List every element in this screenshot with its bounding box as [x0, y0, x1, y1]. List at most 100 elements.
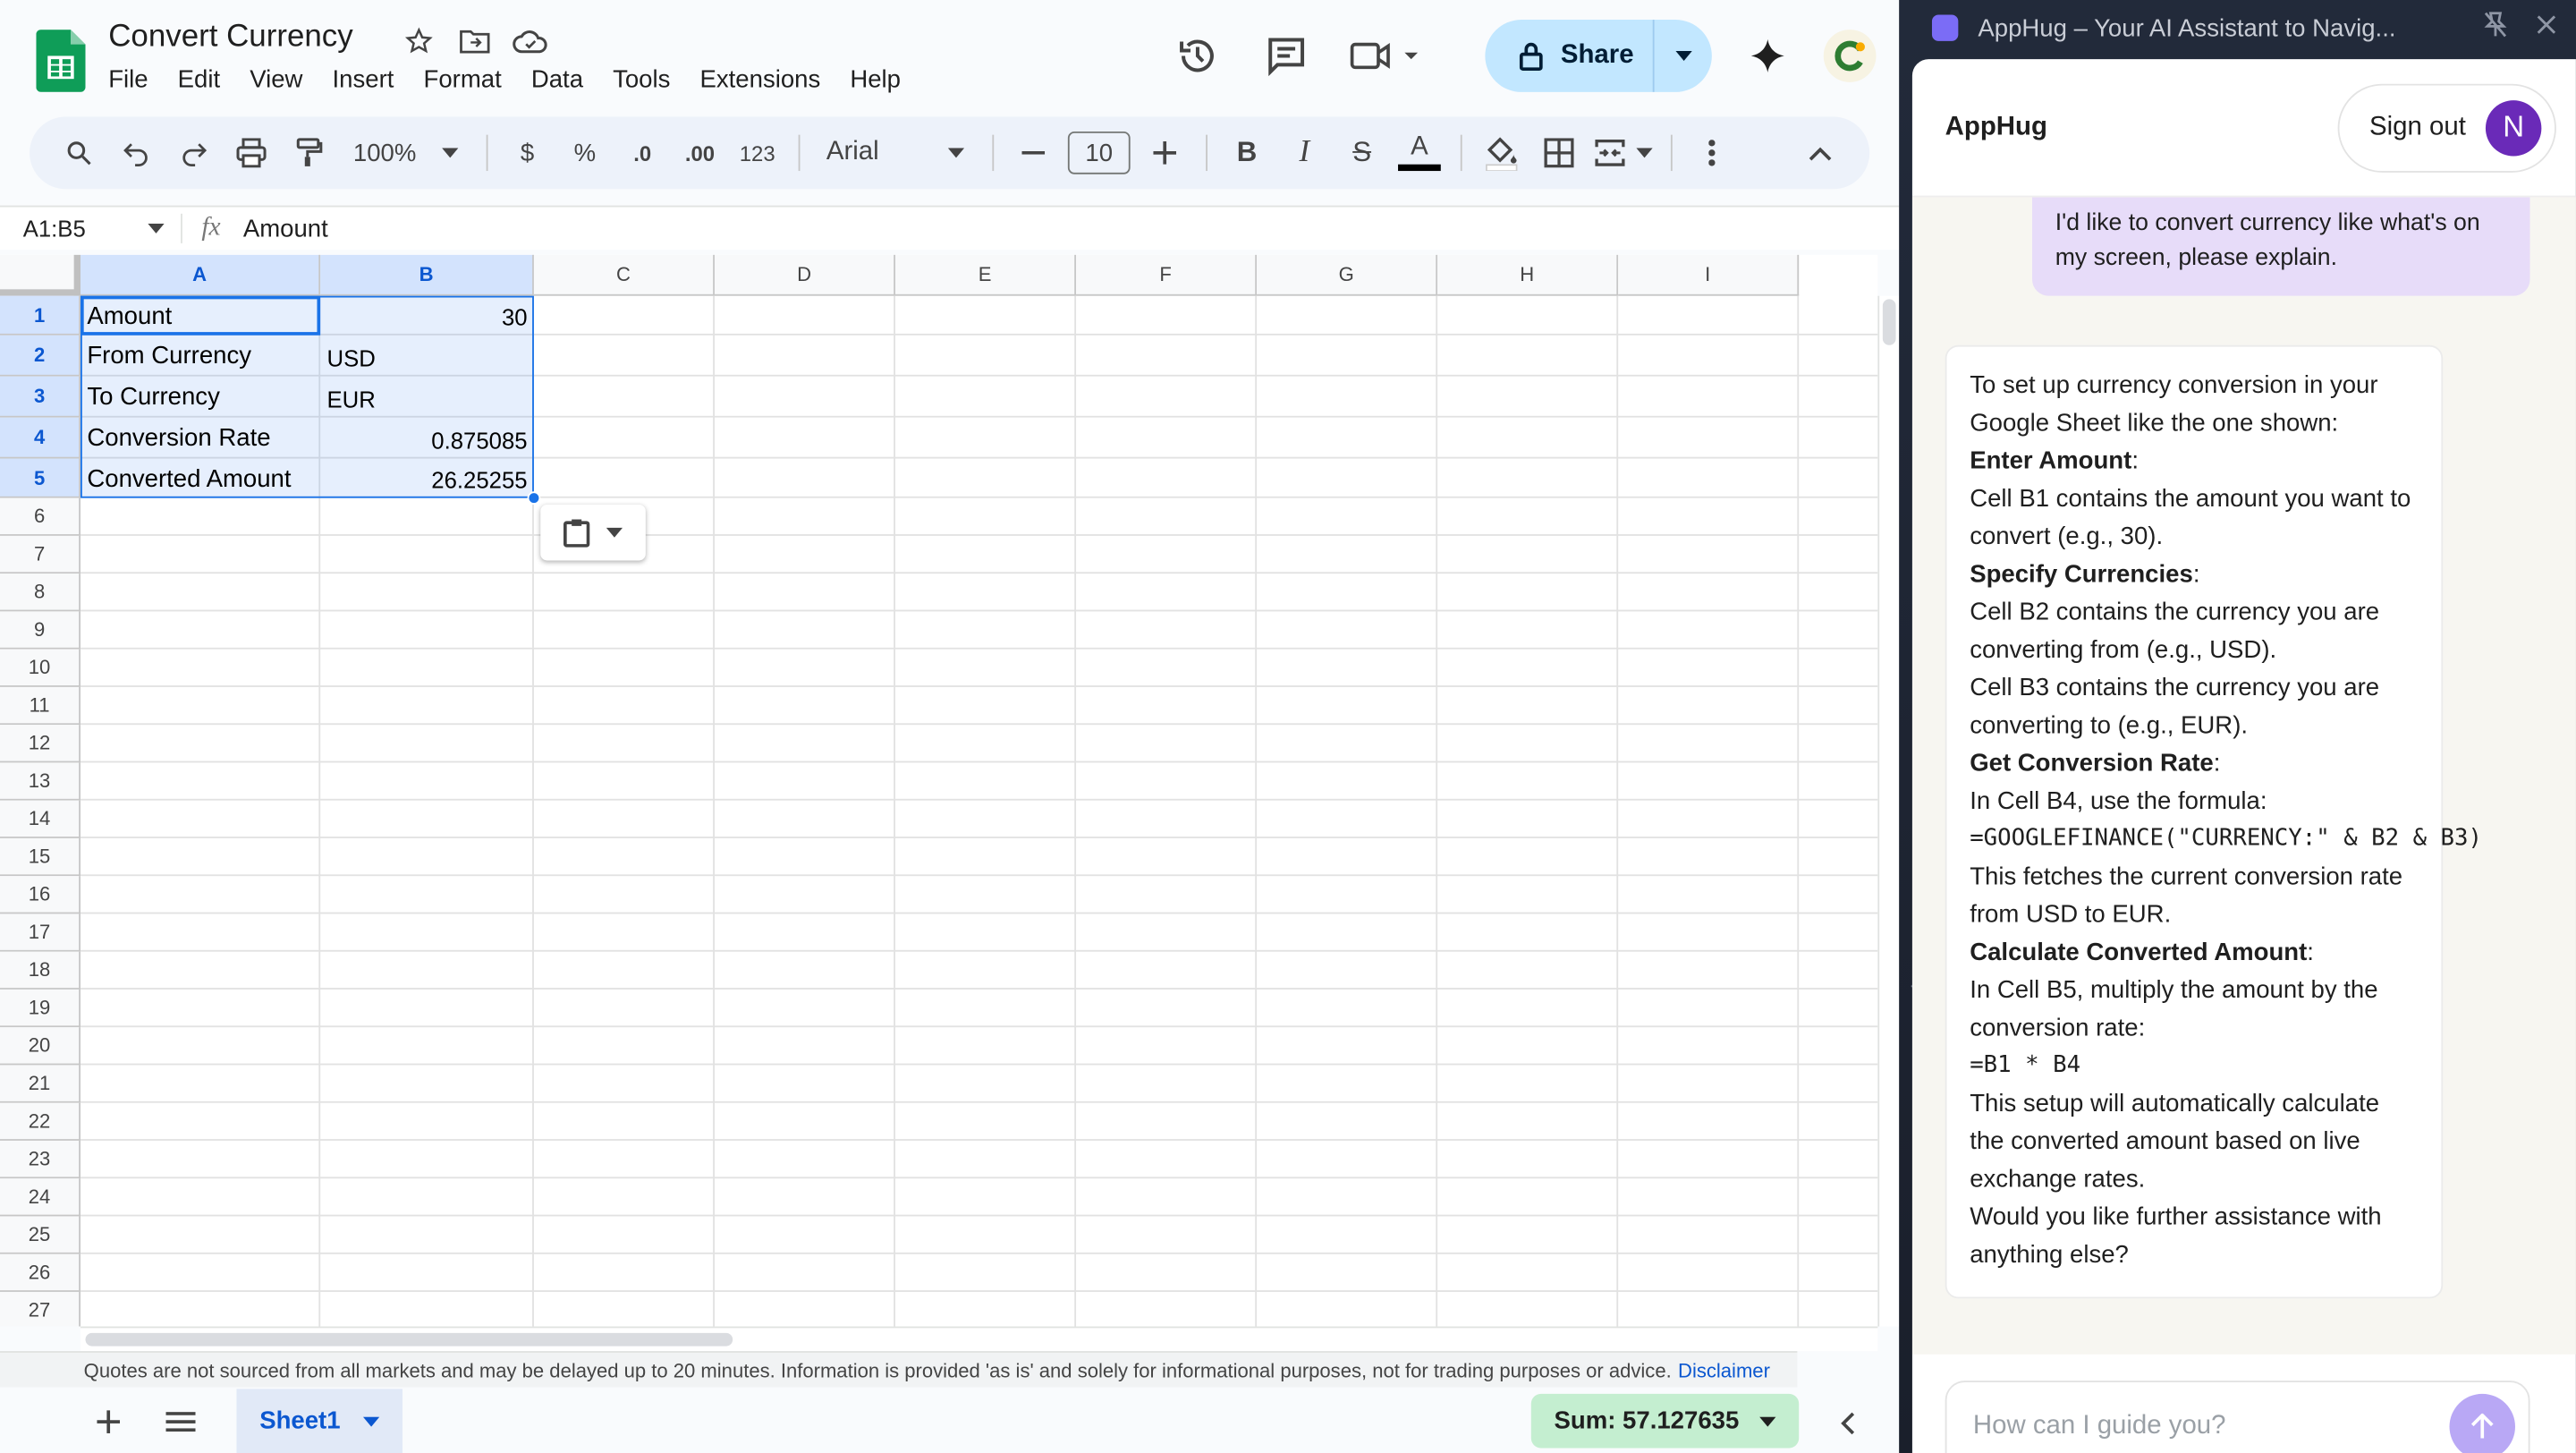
more-formats-button[interactable]: 123	[734, 128, 780, 177]
move-folder-icon[interactable]	[457, 23, 493, 59]
document-title[interactable]: Convert Currency	[108, 20, 352, 55]
formula-input[interactable]: Amount	[240, 215, 328, 242]
row-header-21[interactable]: 21	[0, 1065, 80, 1103]
menu-edit[interactable]: Edit	[178, 65, 235, 93]
cell-b2[interactable]: USD	[320, 337, 534, 378]
percent-format-button[interactable]: %	[562, 128, 607, 177]
menu-format[interactable]: Format	[423, 65, 516, 93]
cell-b5[interactable]: 26.25255	[320, 460, 534, 499]
row-header-3[interactable]: 3	[0, 376, 80, 418]
add-sheet-icon[interactable]	[72, 1389, 145, 1453]
decrease-decimal-button[interactable]: .0	[619, 128, 665, 177]
paint-format-icon[interactable]	[286, 128, 332, 177]
column-header-d[interactable]: D	[714, 254, 896, 296]
sign-out-button[interactable]: Sign out N	[2338, 82, 2556, 172]
account-avatar[interactable]	[1824, 30, 1877, 82]
paste-options-button[interactable]	[540, 504, 646, 561]
send-button[interactable]	[2449, 1393, 2515, 1453]
column-header-a[interactable]: A	[80, 254, 321, 296]
menu-tools[interactable]: Tools	[613, 65, 685, 93]
all-sheets-icon[interactable]	[145, 1389, 217, 1453]
cell-a3[interactable]: To Currency	[80, 377, 320, 418]
cell-a1[interactable]: Amount	[80, 296, 320, 336]
row-header-20[interactable]: 20	[0, 1027, 80, 1066]
column-header-c[interactable]: C	[533, 254, 715, 296]
row-header-4[interactable]: 4	[0, 417, 80, 459]
column-header-g[interactable]: G	[1257, 254, 1438, 296]
chat-messages[interactable]: I'd like to convert currency like what's…	[1911, 197, 2576, 1355]
vertical-scrollbar[interactable]	[1877, 295, 1900, 1327]
row-header-24[interactable]: 24	[0, 1178, 80, 1217]
row-header-25[interactable]: 25	[0, 1216, 80, 1254]
redo-icon[interactable]	[171, 128, 216, 177]
row-header-5[interactable]: 5	[0, 458, 80, 498]
star-icon[interactable]	[401, 23, 436, 59]
row-header-22[interactable]: 22	[0, 1102, 80, 1141]
row-header-1[interactable]: 1	[0, 295, 80, 336]
pin-icon[interactable]	[2484, 11, 2507, 46]
search-menus-icon[interactable]	[55, 128, 101, 177]
column-header-e[interactable]: E	[895, 254, 1077, 296]
menu-view[interactable]: View	[250, 65, 318, 93]
row-header-9[interactable]: 9	[0, 611, 80, 650]
column-header-b[interactable]: B	[320, 254, 534, 296]
column-header-f[interactable]: F	[1076, 254, 1258, 296]
row-header-13[interactable]: 13	[0, 762, 80, 801]
row-header-27[interactable]: 27	[0, 1291, 80, 1327]
side-panel-toggle-icon[interactable]	[1824, 1400, 1869, 1446]
gemini-icon[interactable]	[1745, 33, 1791, 79]
font-size-input[interactable]: 10	[1067, 131, 1131, 174]
column-header-h[interactable]: H	[1437, 254, 1619, 296]
increase-decimal-button[interactable]: .00	[677, 128, 723, 177]
menu-help[interactable]: Help	[850, 65, 915, 93]
zoom-select[interactable]: 100%	[343, 128, 469, 177]
font-size-decrease-icon[interactable]	[1011, 128, 1056, 177]
spreadsheet-grid[interactable]: ABCDEFGHI 1 2 3 4 5 6 7 8 9 10 11 12 13 14 15 16 17 18 19 2…	[0, 254, 1878, 1327]
share-dropdown-icon[interactable]	[1653, 20, 1713, 92]
fill-color-icon[interactable]	[1479, 128, 1524, 177]
version-history-icon[interactable]	[1170, 28, 1225, 83]
meet-icon[interactable]	[1347, 28, 1426, 83]
cell-a4[interactable]: Conversion Rate	[80, 418, 320, 459]
menu-extensions[interactable]: Extensions	[699, 65, 835, 93]
row-header-18[interactable]: 18	[0, 951, 80, 990]
currency-format-button[interactable]: $	[504, 128, 550, 177]
merge-cells-icon[interactable]	[1594, 128, 1653, 177]
row-header-10[interactable]: 10	[0, 649, 80, 687]
more-options-icon[interactable]	[1689, 128, 1734, 177]
row-header-6[interactable]: 6	[0, 497, 80, 536]
font-size-increase-icon[interactable]	[1142, 128, 1188, 177]
row-header-14[interactable]: 14	[0, 800, 80, 838]
undo-icon[interactable]	[114, 128, 159, 177]
row-header-26[interactable]: 26	[0, 1253, 80, 1292]
sheets-logo-icon[interactable]	[36, 30, 86, 92]
menu-insert[interactable]: Insert	[333, 65, 409, 93]
print-icon[interactable]	[228, 128, 274, 177]
horizontal-scrollbar[interactable]	[80, 1326, 1878, 1352]
row-header-23[interactable]: 23	[0, 1140, 80, 1179]
row-header-11[interactable]: 11	[0, 686, 80, 726]
row-header-16[interactable]: 16	[0, 876, 80, 914]
bold-button[interactable]: B	[1224, 128, 1269, 177]
row-header-12[interactable]: 12	[0, 725, 80, 763]
row-header-7[interactable]: 7	[0, 535, 80, 574]
sum-indicator[interactable]: Sum: 57.127635	[1530, 1393, 1799, 1449]
row-header-2[interactable]: 2	[0, 335, 80, 377]
borders-icon[interactable]	[1536, 128, 1581, 177]
fill-handle[interactable]	[527, 491, 541, 505]
menu-file[interactable]: File	[108, 65, 163, 93]
collapse-toolbar-icon[interactable]	[1797, 128, 1843, 177]
cell-b4[interactable]: 0.875085	[320, 419, 534, 460]
cell-b1[interactable]: 30	[320, 298, 534, 337]
strikethrough-button[interactable]: S	[1339, 128, 1385, 177]
select-all-corner[interactable]	[0, 254, 80, 296]
menu-data[interactable]: Data	[531, 65, 598, 93]
name-box[interactable]: A1:B5	[0, 216, 181, 242]
close-icon[interactable]	[2537, 13, 2556, 43]
cell-a5[interactable]: Converted Amount	[80, 459, 320, 498]
row-header-8[interactable]: 8	[0, 574, 80, 612]
comments-icon[interactable]	[1258, 28, 1314, 83]
column-header-i[interactable]: I	[1618, 254, 1800, 296]
cloud-status-icon[interactable]	[513, 23, 548, 59]
row-header-19[interactable]: 19	[0, 989, 80, 1028]
